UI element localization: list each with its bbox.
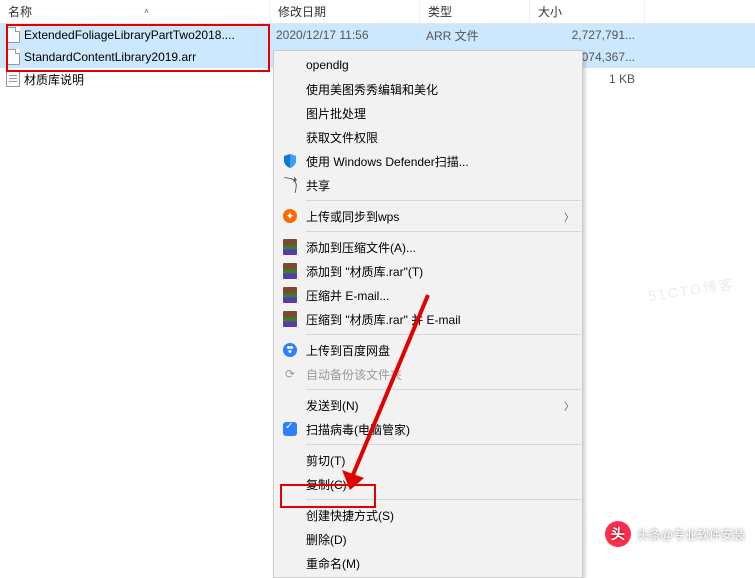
menu-separator	[306, 389, 581, 390]
menu-sendto[interactable]: 发送到(N)〉	[274, 393, 582, 417]
blank-icon	[278, 553, 302, 573]
menu-scanvirus[interactable]: 扫描病毒(电脑管家)	[274, 417, 582, 441]
header-name-label: 名称	[8, 3, 32, 20]
menu-shortcut[interactable]: 创建快捷方式(S)	[274, 503, 582, 527]
watermark-text: 头条@专业软件安装	[637, 526, 745, 543]
file-type: ARR 文件	[420, 25, 530, 46]
menu-batch[interactable]: 图片批处理	[274, 101, 582, 125]
menu-wps[interactable]: ✦上传或同步到wps〉	[274, 204, 582, 228]
blank-icon	[278, 450, 302, 470]
menu-separator	[306, 334, 581, 335]
blank-icon	[278, 505, 302, 525]
file-name: StandardContentLibrary2019.arr	[24, 50, 196, 64]
column-headers[interactable]: 名称 ˄ 修改日期 类型 大小	[0, 0, 755, 24]
menu-baidu[interactable]: 上传到百度网盘	[274, 338, 582, 362]
menu-defender[interactable]: 使用 Windows Defender扫描...	[274, 149, 582, 173]
blank-icon	[278, 103, 302, 123]
header-name[interactable]: 名称 ˄	[0, 0, 270, 23]
file-icon	[6, 49, 20, 65]
blank-icon	[278, 474, 302, 494]
rar-icon	[278, 237, 302, 257]
blank-icon	[278, 55, 302, 75]
scan-icon	[278, 419, 302, 439]
menu-rar-email[interactable]: 压缩并 E-mail...	[274, 283, 582, 307]
menu-rar-add[interactable]: 添加到压缩文件(A)...	[274, 235, 582, 259]
menu-rename[interactable]: 重命名(M)	[274, 551, 582, 575]
rar-icon	[278, 261, 302, 281]
header-type[interactable]: 类型	[420, 0, 530, 23]
file-name: 材质库说明	[24, 71, 84, 88]
header-date[interactable]: 修改日期	[270, 0, 420, 23]
menu-share[interactable]: 共享	[274, 173, 582, 197]
menu-autobackup: ⟳自动备份该文件夹	[274, 362, 582, 386]
baidu-icon	[278, 340, 302, 360]
menu-rar-add-named[interactable]: 添加到 "材质库.rar"(T)	[274, 259, 582, 283]
menu-separator	[306, 231, 581, 232]
file-name: ExtendedFoliageLibraryPartTwo2018....	[24, 28, 235, 42]
share-icon	[278, 175, 302, 195]
menu-separator	[306, 200, 581, 201]
menu-rar-email-named[interactable]: 压缩到 "材质库.rar" 并 E-mail	[274, 307, 582, 331]
rar-icon	[278, 309, 302, 329]
menu-permissions[interactable]: 获取文件权限	[274, 125, 582, 149]
file-size: 2,727,791...	[530, 26, 645, 44]
chevron-right-icon: 〉	[564, 209, 574, 224]
header-size[interactable]: 大小	[530, 0, 645, 23]
blank-icon	[278, 395, 302, 415]
text-file-icon	[6, 71, 20, 87]
rar-icon	[278, 285, 302, 305]
chevron-right-icon: 〉	[564, 398, 574, 413]
menu-separator	[306, 444, 581, 445]
sort-indicator-icon: ˄	[144, 7, 149, 16]
watermark: 头 头条@专业软件安装	[605, 521, 745, 547]
wps-icon: ✦	[278, 206, 302, 226]
menu-separator	[306, 499, 581, 500]
menu-cut[interactable]: 剪切(T)	[274, 448, 582, 472]
blank-icon	[278, 529, 302, 549]
watermark-faint: 51CTO博客	[647, 274, 736, 306]
file-icon	[6, 27, 20, 43]
context-menu: opendlg 使用美图秀秀编辑和美化 图片批处理 获取文件权限 使用 Wind…	[273, 50, 583, 578]
blank-icon	[278, 79, 302, 99]
toutiao-icon: 头	[605, 521, 631, 547]
menu-copy[interactable]: 复制(C)	[274, 472, 582, 496]
sync-icon: ⟳	[278, 364, 302, 384]
menu-meitu[interactable]: 使用美图秀秀编辑和美化	[274, 77, 582, 101]
shield-icon	[278, 151, 302, 171]
menu-delete[interactable]: 删除(D)	[274, 527, 582, 551]
blank-icon	[278, 127, 302, 147]
file-row[interactable]: ExtendedFoliageLibraryPartTwo2018.... 20…	[0, 24, 755, 46]
file-date: 2020/12/17 11:56	[270, 26, 420, 44]
menu-opendlg[interactable]: opendlg	[274, 53, 582, 77]
